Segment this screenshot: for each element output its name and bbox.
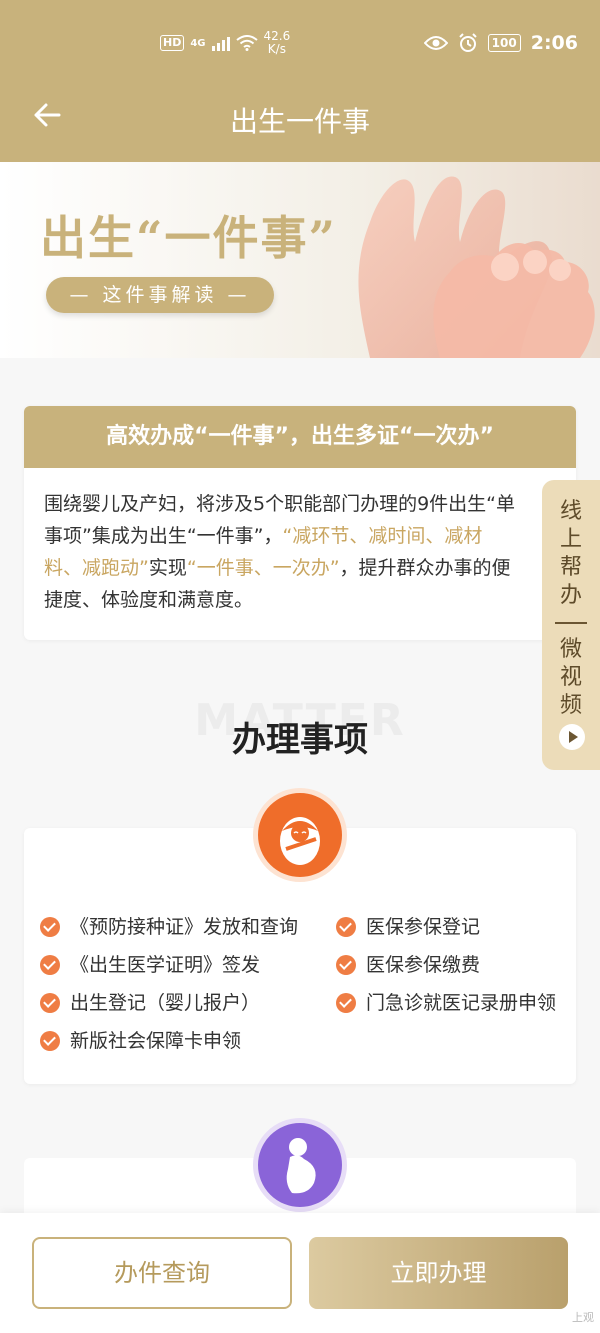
banner-title: 出生“一件事” <box>40 211 337 265</box>
clock-time: 2:06 <box>530 32 578 54</box>
slogan-line-3: 料、减跑动”实现“一件事、一次办”，提升群众办事的便 <box>44 552 564 584</box>
online-help-char: 办 <box>559 583 582 608</box>
baby-icon <box>253 788 347 882</box>
video-char: 微 <box>559 637 582 662</box>
item-label: 医保参保登记 <box>366 916 481 938</box>
nav-bar: 出生一件事 <box>0 90 600 142</box>
slogan-line-2: 事项”集成为出生“一件事”，“减环节、减时间、减材 <box>44 520 564 552</box>
wifi-icon <box>235 35 258 51</box>
list-item[interactable]: 医保参保登记 <box>336 914 480 940</box>
slogan-line-1: 围绕婴儿及产妇，将涉及5个职能部门办理的9件出生“单 <box>44 493 516 515</box>
eye-icon <box>423 36 448 50</box>
slogan-highlight: 料、减跑动” <box>44 557 149 579</box>
item-label: 《预防接种证》发放和查询 <box>70 916 299 938</box>
slogan-text: 实现 <box>148 557 187 579</box>
slogan-card: 高效办成“一件事”，出生多证“一次办” 围绕婴儿及产妇，将涉及5个职能部门办理的… <box>24 406 576 640</box>
check-icon <box>336 993 356 1013</box>
slogan-text: 事项”集成为出生“一件事”， <box>44 525 283 547</box>
list-item[interactable]: 《出生医学证明》签发 <box>40 952 260 978</box>
hd-badge: HD <box>160 35 185 51</box>
status-bar: HD 4G 42.6 K/s 100 2:06 <box>0 26 600 66</box>
page-title: 出生一件事 <box>229 105 370 138</box>
battery-icon: 100 <box>487 34 521 52</box>
video-char: 视 <box>559 665 582 690</box>
item-label: 医保参保缴费 <box>366 954 481 976</box>
pregnant-woman-icon <box>253 1118 347 1212</box>
hands-illustration <box>358 176 595 358</box>
hero-banner: 出生“一件事” — 这件事解读 — <box>0 162 600 358</box>
tab-divider <box>555 622 587 624</box>
check-icon <box>40 993 60 1013</box>
item-label: 《出生医学证明》签发 <box>70 954 261 976</box>
item-label: 门急诊就医记录册申领 <box>366 992 557 1014</box>
list-item[interactable]: 新版社会保障卡申领 <box>40 1028 241 1054</box>
network-speed-unit: K/s <box>267 42 286 56</box>
section-title: 办理事项 <box>232 720 368 760</box>
item-label: 出生登记（婴儿报户） <box>70 992 261 1014</box>
footer-bar: 办件查询 立即办理 上观 <box>0 1213 600 1333</box>
slogan-highlight: “减环节、减时间、减材 <box>282 525 483 547</box>
check-icon <box>40 917 60 937</box>
apply-now-button[interactable]: 立即办理 <box>309 1237 568 1309</box>
online-help-char: 帮 <box>559 555 582 580</box>
check-icon <box>336 917 356 937</box>
item-label: 新版社会保障卡申领 <box>70 1030 242 1052</box>
check-icon <box>40 955 60 975</box>
interpretation-button[interactable]: — 这件事解读 — <box>46 277 274 313</box>
slogan-body: 围绕婴儿及产妇，将涉及5个职能部门办理的9件出生“单 事项”集成为出生“一件事”… <box>24 468 576 616</box>
status-network-group: HD 4G 42.6 K/s <box>160 30 290 56</box>
network-type: 4G <box>190 37 206 49</box>
query-button[interactable]: 办件查询 <box>32 1237 292 1309</box>
check-icon <box>336 955 356 975</box>
network-speed-value: 42.6 <box>263 29 291 43</box>
slogan-line-4: 捷度、体验度和满意度。 <box>44 589 254 611</box>
watermark: 上观 <box>572 1311 594 1324</box>
online-help-char: 上 <box>559 527 582 552</box>
list-item[interactable]: 医保参保缴费 <box>336 952 480 978</box>
status-right-group: 100 2:06 <box>423 32 578 54</box>
online-help-char: 线 <box>559 499 582 524</box>
network-speed: 42.6 K/s <box>264 30 291 56</box>
check-icon <box>40 1031 60 1051</box>
signal-icon <box>211 35 230 51</box>
slogan-heading: 高效办成“一件事”，出生多证“一次办” <box>24 406 576 468</box>
slogan-highlight: “一件事、一次办” <box>186 557 340 579</box>
list-item[interactable]: 门急诊就医记录册申领 <box>336 990 556 1016</box>
alarm-icon <box>458 33 477 52</box>
list-item[interactable]: 《预防接种证》发放和查询 <box>40 914 298 940</box>
list-item[interactable]: 出生登记（婴儿报户） <box>40 990 260 1016</box>
slogan-text: ，提升群众办事的便 <box>339 557 511 579</box>
top-bar: HD 4G 42.6 K/s 100 2:06 出生一件事 <box>0 0 600 162</box>
